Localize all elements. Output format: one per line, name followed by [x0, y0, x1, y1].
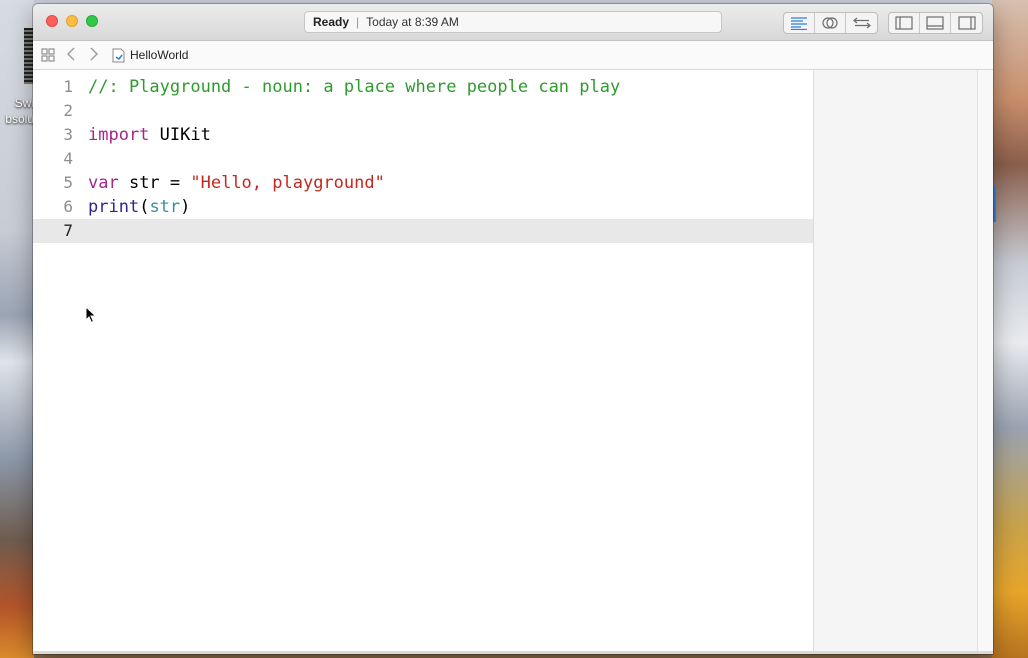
plain-token: UIKit — [149, 125, 211, 145]
jump-bar-file-name[interactable]: HelloWorld — [130, 48, 188, 62]
zoom-window-button[interactable] — [86, 15, 98, 27]
assistant-editor-icon — [822, 17, 838, 29]
debug-area-toggle-icon — [926, 16, 944, 30]
results-sidebar[interactable] — [813, 70, 978, 654]
line-number: 6 — [63, 197, 73, 216]
standard-editor-icon — [791, 17, 807, 30]
utilities-toggle-button[interactable] — [951, 13, 982, 33]
line-number: 5 — [63, 173, 73, 192]
desktop-file-label-line2: bsolu — [5, 112, 34, 126]
source-editor[interactable]: 1 //: Playground - noun: a place where p… — [33, 70, 813, 654]
navigator-toggle-button[interactable] — [889, 13, 920, 33]
activity-separator: | — [356, 15, 360, 29]
debug-area-divider[interactable] — [33, 651, 993, 654]
desktop-background-right — [992, 0, 1028, 658]
version-editor-icon — [852, 17, 871, 29]
line-number: 4 — [63, 149, 73, 168]
code-text: var str = "Hello, playground" — [88, 171, 385, 195]
standard-editor-button[interactable] — [784, 13, 815, 33]
code-line[interactable]: 2 — [33, 99, 813, 123]
playground-window: Ready | Today at 8:39 AM HelloWorld 1 //… — [33, 4, 993, 654]
results-scrollbar[interactable] — [977, 70, 993, 654]
close-window-button[interactable] — [46, 15, 58, 27]
identifier-token: str — [149, 197, 181, 217]
minimize-window-button[interactable] — [66, 15, 78, 27]
related-items-icon[interactable] — [41, 48, 55, 67]
jump-bar: HelloWorld — [33, 41, 993, 70]
code-line[interactable]: 5 var str = "Hello, playground" — [33, 171, 813, 195]
string-token: "Hello, playground" — [190, 173, 385, 193]
code-comment: //: Playground - noun: a place where peo… — [88, 77, 621, 97]
line-number: 3 — [63, 125, 73, 144]
plain-token: str = — [118, 173, 191, 193]
code-text: import UIKit — [88, 123, 211, 147]
debug-area-toggle-button[interactable] — [920, 13, 951, 33]
code-line[interactable]: 6 print(str) — [33, 195, 813, 219]
window-titlebar[interactable]: Ready | Today at 8:39 AM — [33, 4, 993, 41]
desktop-file-label-line1: Swi — [14, 96, 34, 110]
paren-token: ( — [139, 197, 150, 217]
code-line-current[interactable]: 7 — [33, 219, 813, 243]
playground-file-icon — [112, 48, 125, 68]
forward-arrow-icon[interactable] — [89, 46, 99, 65]
code-line[interactable]: 3 import UIKit — [33, 123, 813, 147]
code-line[interactable]: 4 — [33, 147, 813, 171]
utilities-toggle-icon — [957, 16, 976, 30]
activity-status: Ready — [313, 15, 350, 29]
editor-mode-segmented-control — [783, 12, 878, 34]
back-arrow-icon[interactable] — [66, 46, 76, 65]
keyword-token: var — [88, 173, 119, 193]
keyword-token: import — [88, 125, 150, 145]
view-toggle-segmented-control — [888, 12, 983, 34]
line-number: 2 — [63, 101, 73, 120]
code-line[interactable]: 1 //: Playground - noun: a place where p… — [33, 75, 813, 99]
version-editor-button[interactable] — [846, 13, 877, 33]
assistant-editor-button[interactable] — [815, 13, 846, 33]
line-number: 7 — [63, 221, 73, 240]
line-number: 1 — [63, 77, 73, 96]
code-text: print(str) — [88, 195, 190, 219]
navigator-toggle-icon — [895, 16, 913, 30]
desktop-file-label[interactable]: Swi bsolu — [0, 95, 34, 127]
activity-time: Today at 8:39 AM — [366, 15, 459, 29]
function-token: print — [88, 197, 140, 217]
paren-token: ) — [180, 197, 191, 217]
activity-viewer: Ready | Today at 8:39 AM — [304, 11, 722, 33]
